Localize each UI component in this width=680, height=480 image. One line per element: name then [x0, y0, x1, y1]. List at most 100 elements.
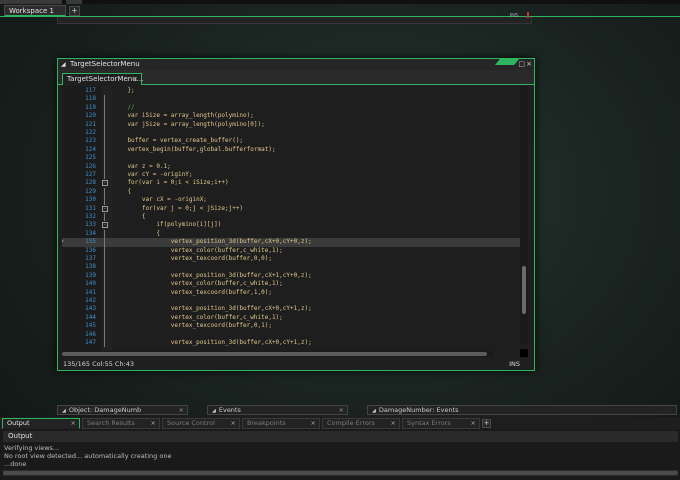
scrollbar-thumb[interactable] — [62, 352, 487, 356]
code-line[interactable]: 141 vertex_texcoord(buffer,1,0); — [62, 288, 522, 297]
fold-guide — [104, 187, 105, 197]
code-line[interactable]: 132 { — [62, 213, 522, 222]
fold-guide — [104, 196, 105, 205]
line-number: 125 — [85, 154, 96, 162]
tab-search-results[interactable]: Search Results × — [82, 418, 160, 429]
close-icon[interactable]: × — [471, 419, 476, 428]
code-line[interactable]: 147 vertex_position_3d(buffer,cX+0,cY+1,… — [62, 339, 522, 348]
fold-toggle-icon[interactable]: - — [102, 205, 108, 212]
code-line[interactable]: 118 — [62, 95, 522, 104]
code-text: vertex_texcoord(buffer,0,1); — [113, 322, 272, 330]
close-icon[interactable]: × — [151, 419, 156, 428]
code-line[interactable]: 120 var iSize = array_length(polymino); — [62, 112, 522, 121]
dock-tab-label: Events — [218, 406, 241, 414]
line-number: 133 — [85, 221, 96, 229]
dock-tab-damagenumber-events[interactable]: ◢ DamageNumber: Events — [367, 405, 677, 415]
output-panel: Output × Search Results × Source Control × … — [0, 417, 680, 480]
editor-status-bar: 135/165 Col:55 Ch:43 INS — [58, 359, 534, 370]
collapse-triangle-icon[interactable]: ◢ — [212, 408, 216, 414]
line-number: 129 — [85, 187, 96, 195]
close-icon[interactable]: × — [71, 419, 76, 428]
code-line[interactable]: 117 }; — [62, 87, 522, 95]
dock-tab-events[interactable]: ◢ Events × — [207, 405, 348, 415]
code-line[interactable]: 124 vertex_begin(buffer,global.bufferfor… — [62, 145, 522, 155]
line-number: 135 — [85, 238, 96, 246]
fold-guide — [104, 120, 105, 129]
vertical-scrollbar[interactable] — [520, 86, 528, 344]
scrollbar-thumb[interactable] — [3, 471, 678, 475]
code-line[interactable]: 131- for(var j = 0;j < jSize;j++) — [62, 205, 522, 213]
code-line[interactable]: 129 { — [62, 187, 522, 197]
code-line[interactable]: 122 — [62, 129, 522, 138]
line-number: 119 — [85, 103, 96, 111]
code-line[interactable]: 125 — [62, 154, 522, 163]
code-tab[interactable]: TargetSelectorMenu... × — [62, 73, 143, 85]
code-line[interactable]: 138 — [62, 263, 522, 272]
fold-guide — [104, 330, 105, 339]
code-text: { — [113, 213, 146, 220]
code-line[interactable]: 127 var cY = -originY; — [62, 171, 522, 180]
code-line[interactable]: 137 vertex_texcoord(buffer,0,0); — [62, 255, 522, 264]
code-line[interactable]: 136 vertex_color(buffer,c_white,1); — [62, 246, 522, 255]
collapse-triangle-icon[interactable]: ◢ — [62, 408, 66, 414]
close-icon[interactable]: × — [231, 419, 236, 428]
add-tab-button[interactable]: + — [482, 419, 491, 428]
fold-guide — [104, 213, 105, 222]
code-line[interactable]: 123 buffer = vertex_create_buffer(); — [62, 137, 522, 146]
horizontal-scrollbar[interactable] — [62, 351, 494, 357]
output-scrollbar[interactable] — [3, 470, 678, 476]
tab-output[interactable]: Output × — [2, 418, 80, 429]
close-icon[interactable]: × — [311, 419, 316, 428]
scrollbar-thumb[interactable] — [522, 266, 526, 314]
code-text: { — [113, 187, 132, 195]
code-line[interactable]: 145 vertex_texcoord(buffer,0,1); — [62, 322, 522, 331]
close-icon[interactable]: × — [526, 60, 532, 69]
code-line[interactable]: 146 — [62, 330, 522, 339]
tab-breakpoints[interactable]: Breakpoints × — [242, 418, 320, 429]
code-line[interactable]: 139 vertex_position_3d(buffer,cX+1,cY+0,… — [62, 271, 522, 281]
window-titlebar[interactable]: ◢ TargetSelectorMenu □ × — [58, 59, 534, 70]
fold-guide — [104, 95, 105, 104]
fold-guide — [104, 162, 105, 171]
code-line[interactable]: 140 vertex_color(buffer,c_white,1); — [62, 280, 522, 289]
collapse-triangle-icon[interactable]: ◢ — [372, 408, 376, 414]
maximize-icon[interactable]: □ — [518, 60, 525, 69]
code-text: buffer = vertex_create_buffer(); — [113, 137, 244, 145]
tab-source-control[interactable]: Source Control × — [162, 418, 240, 429]
code-area[interactable]: 117 }; 118 119 //120 var iSize = array_len… — [62, 86, 528, 352]
line-number: 128 — [85, 179, 96, 187]
code-text: vertex_position_3d(buffer,cX+1,cY+0,z); — [113, 271, 312, 279]
fold-guide — [104, 112, 105, 121]
code-line[interactable]: 119 // — [62, 103, 522, 113]
tab-compile-errors[interactable]: Compile Errors × — [322, 418, 400, 429]
code-line[interactable]: 133- if(polymino[i][j]) — [62, 221, 522, 229]
code-line[interactable]: 121 var jSize = array_length(polymino[0]… — [62, 120, 522, 129]
code-text: var cX = -originX; — [113, 196, 207, 204]
code-line[interactable]: 128- for(var i = 0;i < iSize;i++) — [62, 179, 522, 187]
line-number: 140 — [85, 280, 96, 288]
code-line[interactable]: 142 — [62, 297, 522, 306]
close-icon[interactable]: × — [391, 419, 396, 428]
close-icon[interactable]: × — [339, 406, 344, 414]
top-strip-segment — [0, 0, 62, 4]
line-number: 123 — [85, 137, 96, 145]
close-icon[interactable]: × — [179, 406, 184, 414]
tab-syntax-errors[interactable]: Syntax Errors × — [402, 418, 480, 429]
code-line[interactable]: 143 vertex_position_3d(buffer,cX+0,cY+1,… — [62, 305, 522, 314]
tab-close-icon[interactable]: × — [132, 74, 138, 85]
code-line[interactable]: 130 var cX = -originX; — [62, 196, 522, 205]
scrollbar-corner — [520, 349, 528, 357]
code-text: vertex_color(buffer,c_white,1); — [113, 246, 283, 254]
code-line[interactable]: 144 vertex_color(buffer,c_white,1); — [62, 313, 522, 323]
code-line[interactable]: 134 { — [62, 229, 522, 239]
dock-tab-object[interactable]: ◢ Object: DamageNumb × — [57, 405, 188, 415]
line-number: 132 — [85, 213, 96, 220]
collapse-triangle-icon[interactable]: ◢ — [61, 59, 66, 70]
code-editor-window[interactable]: ◢ TargetSelectorMenu □ × TargetSelectorM… — [57, 58, 535, 371]
fold-guide — [104, 322, 105, 331]
fold-toggle-icon[interactable]: - — [102, 180, 108, 187]
fold-toggle-icon[interactable]: - — [102, 222, 108, 229]
code-line[interactable]: 135 > vertex_position_3d(buffer,cX+0,cY+0… — [62, 238, 522, 247]
add-workspace-button[interactable]: + — [69, 6, 80, 16]
code-line[interactable]: 126 var z = 0.1; — [62, 162, 522, 171]
